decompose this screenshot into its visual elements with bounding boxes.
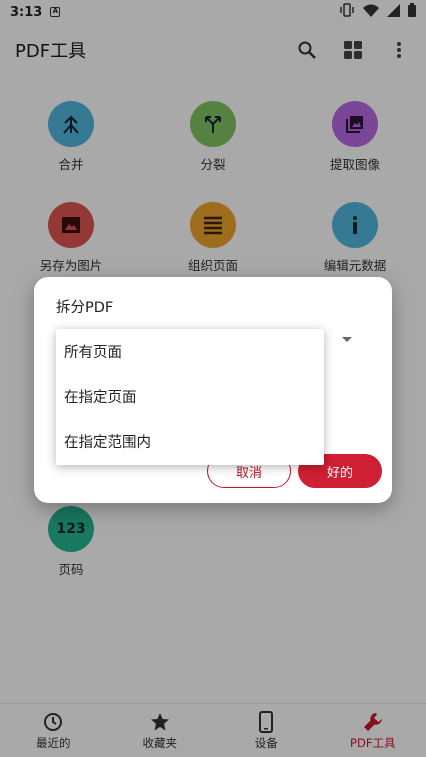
page-range-dropdown: 所有页面 在指定页面 在指定范围内 — [56, 329, 324, 465]
dropdown-arrow-icon[interactable] — [342, 337, 352, 342]
dropdown-option-specific-pages[interactable]: 在指定页面 — [56, 374, 324, 419]
dropdown-option-range[interactable]: 在指定范围内 — [56, 419, 324, 464]
dropdown-option-all-pages[interactable]: 所有页面 — [56, 329, 324, 374]
dialog-title: 拆分PDF — [56, 300, 114, 316]
